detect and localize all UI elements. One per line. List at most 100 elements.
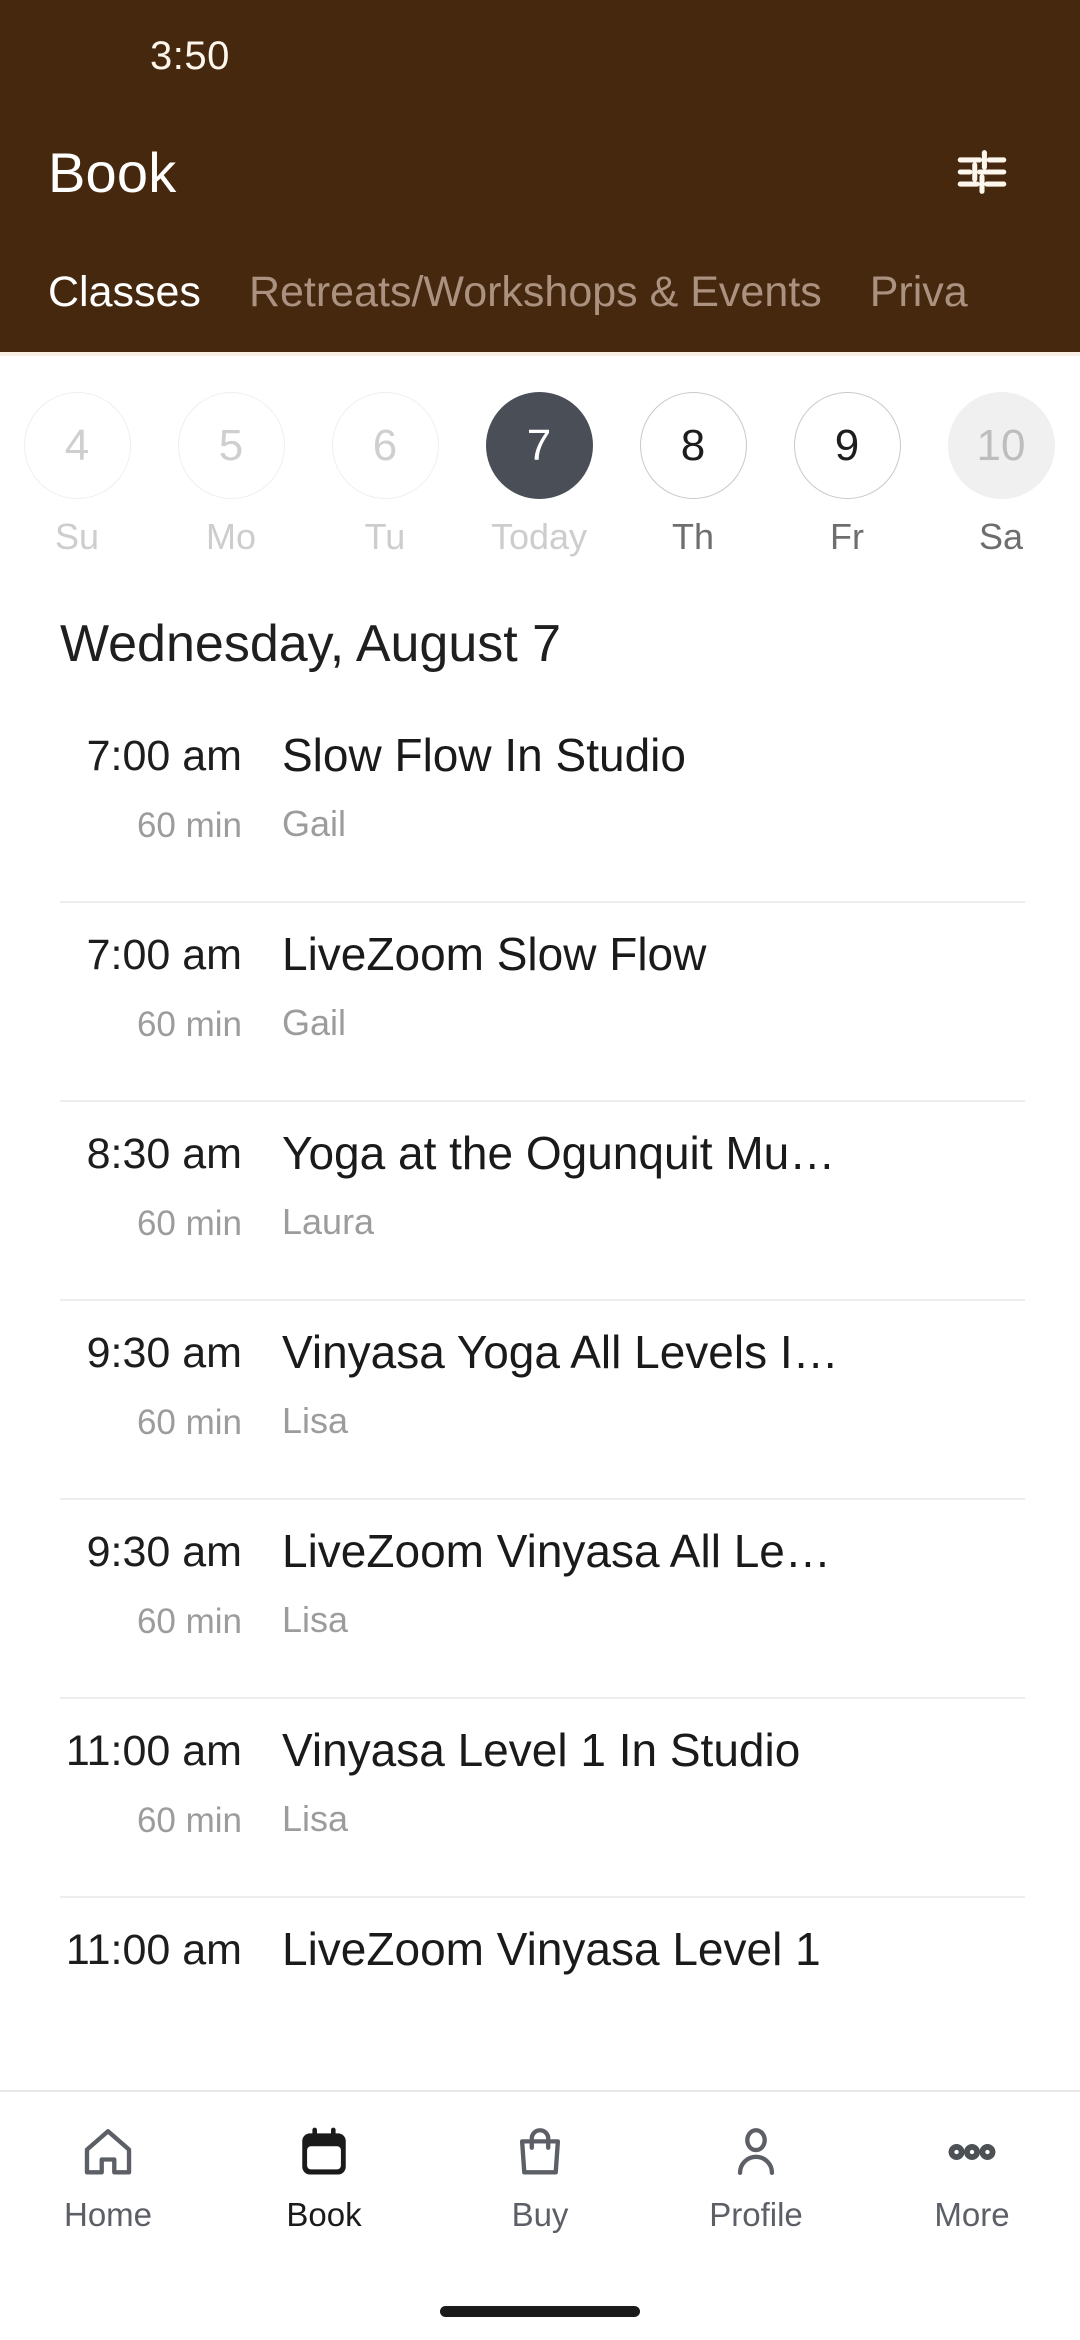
tune-icon[interactable] bbox=[936, 126, 1028, 218]
tab-privates[interactable]: Priva bbox=[846, 268, 992, 317]
class-name: LiveZoom Slow Flow bbox=[282, 928, 707, 980]
home-indicator-area bbox=[0, 2282, 1080, 2340]
date-circle[interactable]: 4 bbox=[23, 392, 131, 499]
nav-label: Home bbox=[63, 2196, 153, 2233]
nav-label: Buy bbox=[511, 2196, 569, 2233]
bag-icon bbox=[511, 2114, 569, 2190]
class-time: 7:00 am bbox=[86, 931, 242, 979]
home-indicator[interactable] bbox=[440, 2305, 640, 2317]
date-selector[interactable]: 4 Su 5 Mo 6 Tu 7 Today 8 Th 9 Fr 10 Sa bbox=[0, 356, 1080, 588]
status-bar-clock: 3:50 bbox=[150, 33, 230, 78]
date-weekday-label: Tu bbox=[364, 516, 406, 557]
date-cell-4[interactable]: 4 Su bbox=[0, 392, 154, 558]
class-time: 11:00 am bbox=[65, 1727, 242, 1775]
class-time-column: 9:30 am 60 min bbox=[0, 1524, 282, 1642]
nav-label: Profile bbox=[709, 2196, 803, 2233]
class-instructor: Gail bbox=[282, 1002, 347, 1044]
date-weekday-label: Fr bbox=[830, 516, 864, 557]
date-cell-6[interactable]: 6 Tu bbox=[308, 392, 462, 558]
app-screen: 3:50 Book Classes Retreats/Workshops & E… bbox=[0, 0, 1080, 2340]
class-name: Slow Flow In Studio bbox=[282, 729, 686, 781]
date-cell-9[interactable]: 9 Fr bbox=[770, 392, 924, 558]
class-row[interactable]: 9:30 am 60 min LiveZoom Vinyasa All Le… … bbox=[0, 1498, 1080, 1697]
class-name: LiveZoom Vinyasa All Le… bbox=[282, 1525, 831, 1577]
class-time: 7:00 am bbox=[86, 732, 242, 780]
date-circle[interactable]: 5 bbox=[177, 392, 285, 499]
class-time-column: 9:30 am 60 min bbox=[0, 1325, 282, 1443]
class-duration: 60 min bbox=[136, 1801, 242, 1841]
class-instructor: Lisa bbox=[282, 1400, 349, 1442]
nav-label: More bbox=[934, 2196, 1010, 2233]
class-info-column: Vinyasa Yoga All Levels I… Lisa bbox=[282, 1325, 1040, 1442]
tab-bar[interactable]: Classes Retreats/Workshops & Events Priv… bbox=[0, 232, 1080, 352]
date-cell-8[interactable]: 8 Th bbox=[616, 392, 770, 558]
date-circle[interactable]: 9 bbox=[793, 392, 901, 499]
tab-retreats[interactable]: Retreats/Workshops & Events bbox=[225, 268, 846, 317]
date-circle[interactable]: 10 bbox=[947, 392, 1055, 499]
class-info-column: LiveZoom Vinyasa All Le… Lisa bbox=[282, 1524, 1040, 1641]
selected-day-heading: Wednesday, August 7 bbox=[60, 615, 562, 673]
date-cell-7-today[interactable]: 7 Today bbox=[462, 392, 616, 558]
class-row[interactable]: 9:30 am 60 min Vinyasa Yoga All Levels I… bbox=[0, 1299, 1080, 1498]
nav-item-profile[interactable]: Profile bbox=[648, 2114, 864, 2234]
calendar-icon bbox=[295, 2114, 353, 2190]
bottom-navigation[interactable]: Home Book Buy Profile More bbox=[0, 2090, 1080, 2282]
class-row[interactable]: 7:00 am 60 min LiveZoom Slow Flow Gail bbox=[0, 901, 1080, 1100]
nav-item-home[interactable]: Home bbox=[0, 2114, 216, 2234]
class-duration: 60 min bbox=[136, 1204, 242, 1244]
date-cell-10[interactable]: 10 Sa bbox=[924, 392, 1078, 558]
date-weekday-label: Su bbox=[54, 516, 100, 557]
class-time: 8:30 am bbox=[86, 1130, 242, 1178]
nav-item-book[interactable]: Book bbox=[216, 2114, 432, 2234]
class-info-column: Vinyasa Level 1 In Studio Lisa bbox=[282, 1723, 1040, 1840]
class-list[interactable]: 7:00 am 60 min Slow Flow In Studio Gail … bbox=[0, 702, 1080, 2090]
page-title: Book bbox=[48, 140, 177, 204]
tab-classes[interactable]: Classes bbox=[24, 268, 225, 317]
class-instructor: Gail bbox=[282, 803, 347, 845]
class-instructor: Lisa bbox=[282, 1599, 349, 1641]
class-duration: 60 min bbox=[136, 1403, 242, 1443]
class-time: 9:30 am bbox=[86, 1528, 242, 1576]
date-weekday-label: Th bbox=[671, 516, 714, 557]
class-time-column: 7:00 am 60 min bbox=[0, 927, 282, 1045]
class-info-column: Slow Flow In Studio Gail bbox=[282, 728, 1040, 845]
class-time-column: 8:30 am 60 min bbox=[0, 1126, 282, 1244]
class-time: 9:30 am bbox=[86, 1329, 242, 1377]
date-cell-5[interactable]: 5 Mo bbox=[154, 392, 308, 558]
class-duration: 60 min bbox=[136, 1005, 242, 1045]
class-name: Yoga at the Ogunquit Mu… bbox=[282, 1127, 836, 1179]
header-bottom-edge bbox=[0, 352, 1080, 356]
class-name: Vinyasa Yoga All Levels I… bbox=[282, 1326, 839, 1378]
class-row[interactable]: 8:30 am 60 min Yoga at the Ogunquit Mu… … bbox=[0, 1100, 1080, 1299]
date-circle[interactable]: 6 bbox=[331, 392, 439, 499]
dots-icon bbox=[943, 2114, 1001, 2190]
class-time: 11:00 am bbox=[65, 1926, 242, 1974]
nav-item-buy[interactable]: Buy bbox=[432, 2114, 648, 2234]
class-time-column: 11:00 am 60 min bbox=[0, 1723, 282, 1841]
class-time-column: 11:00 am bbox=[0, 1922, 282, 2000]
nav-label: Book bbox=[286, 2196, 362, 2233]
class-row-partial[interactable]: 11:00 am LiveZoom Vinyasa Level 1 bbox=[0, 1896, 1080, 2090]
class-name: Vinyasa Level 1 In Studio bbox=[282, 1724, 801, 1776]
status-bar: 3:50 bbox=[0, 0, 1080, 112]
date-weekday-label: Today bbox=[490, 516, 588, 557]
date-weekday-label: Mo bbox=[205, 516, 256, 557]
person-icon bbox=[727, 2114, 785, 2190]
class-info-column: LiveZoom Vinyasa Level 1 bbox=[282, 1922, 1040, 1997]
class-info-column: Yoga at the Ogunquit Mu… Laura bbox=[282, 1126, 1040, 1243]
date-weekday-label: Sa bbox=[978, 516, 1024, 557]
class-duration: 60 min bbox=[136, 1602, 242, 1642]
app-header: 3:50 Book Classes Retreats/Workshops & E… bbox=[0, 0, 1080, 356]
class-duration: 60 min bbox=[136, 806, 242, 846]
date-circle-selected[interactable]: 7 bbox=[485, 392, 593, 499]
nav-item-more[interactable]: More bbox=[864, 2114, 1080, 2234]
date-circle[interactable]: 8 bbox=[639, 392, 747, 499]
class-name: LiveZoom Vinyasa Level 1 bbox=[282, 1923, 821, 1975]
class-time-column: 7:00 am 60 min bbox=[0, 728, 282, 846]
house-icon bbox=[79, 2114, 137, 2190]
class-row[interactable]: 7:00 am 60 min Slow Flow In Studio Gail bbox=[0, 702, 1080, 901]
class-info-column: LiveZoom Slow Flow Gail bbox=[282, 927, 1040, 1044]
title-bar: Book bbox=[0, 112, 1080, 232]
class-row[interactable]: 11:00 am 60 min Vinyasa Level 1 In Studi… bbox=[0, 1697, 1080, 1896]
class-instructor: Laura bbox=[282, 1201, 375, 1243]
